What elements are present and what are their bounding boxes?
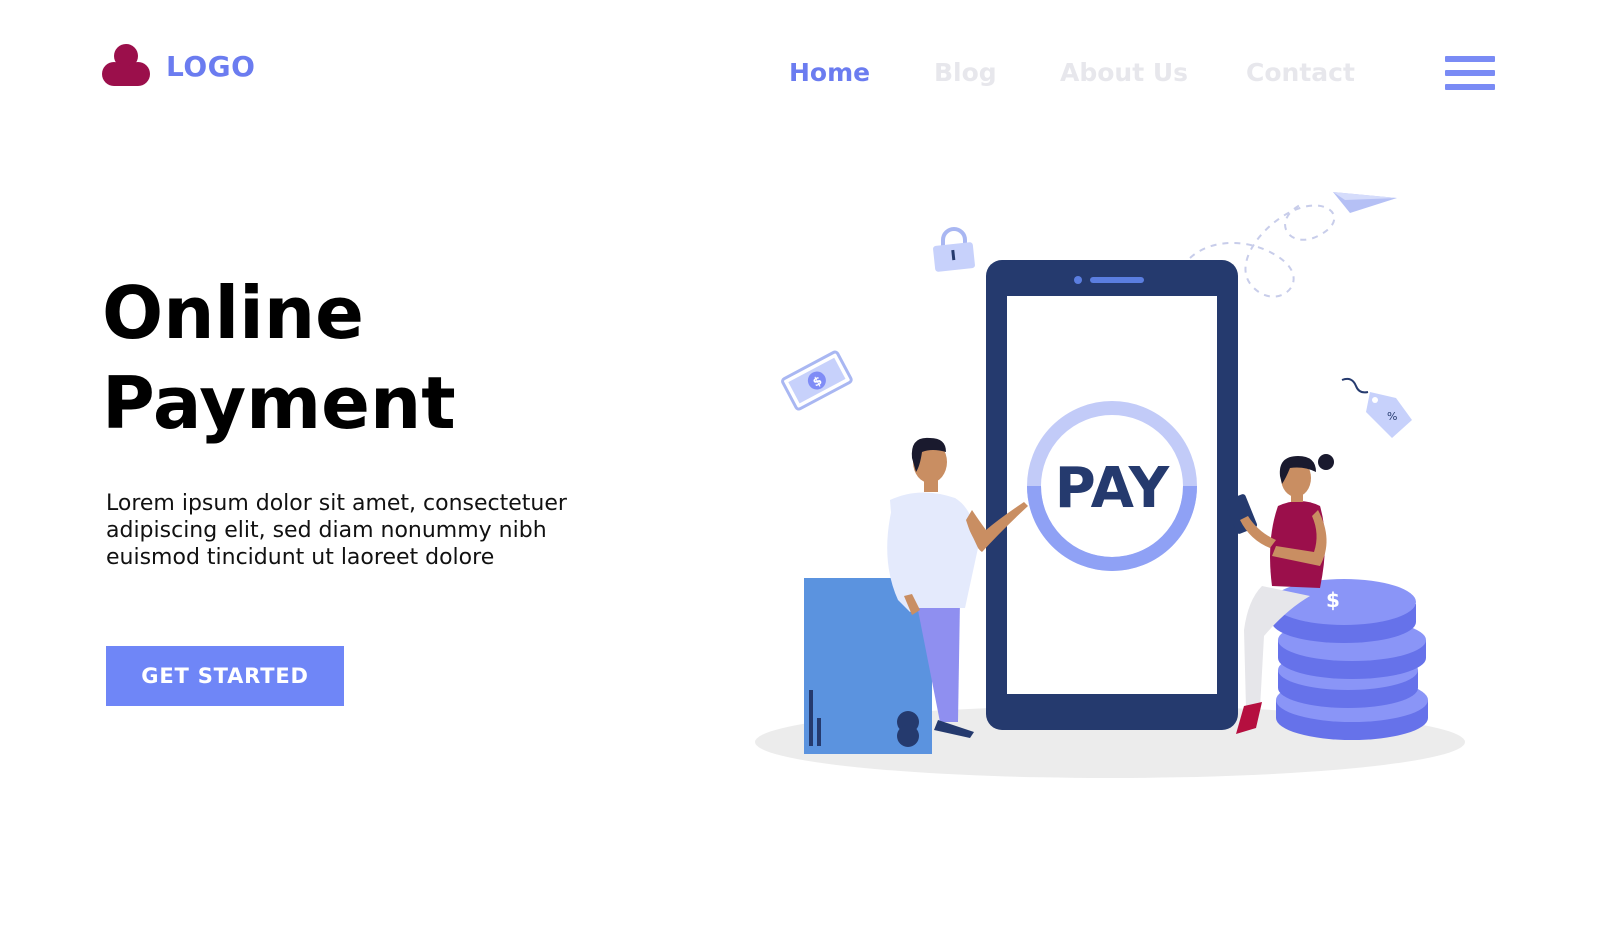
hamburger-menu-icon[interactable] bbox=[1445, 56, 1495, 94]
paper-plane-icon bbox=[1333, 192, 1397, 213]
nav-contact[interactable]: Contact bbox=[1246, 58, 1355, 87]
hero-title: Online Payment bbox=[102, 268, 622, 448]
smartphone-icon: PAY bbox=[986, 260, 1238, 730]
padlock-icon bbox=[933, 227, 975, 272]
coin-dollar-sign: $ bbox=[1326, 588, 1340, 612]
nav-home[interactable]: Home bbox=[789, 58, 870, 87]
main-nav: Home Blog About Us Contact bbox=[0, 58, 1600, 94]
price-tag-icon: % bbox=[1341, 377, 1412, 438]
price-tag-percent: % bbox=[1387, 410, 1397, 423]
hero-title-line-2: Payment bbox=[102, 361, 456, 445]
hero-title-line-1: Online bbox=[102, 271, 364, 355]
payment-illustration: $ % PAY $ bbox=[755, 192, 1465, 778]
nav-blog[interactable]: Blog bbox=[934, 58, 997, 87]
get-started-button[interactable]: GET STARTED bbox=[106, 646, 344, 706]
banknote-icon: $ bbox=[781, 350, 853, 411]
hero-description: Lorem ipsum dolor sit amet, consectetuer… bbox=[106, 491, 567, 570]
pay-label: PAY bbox=[1055, 456, 1171, 521]
nav-about-us[interactable]: About Us bbox=[1060, 58, 1188, 87]
